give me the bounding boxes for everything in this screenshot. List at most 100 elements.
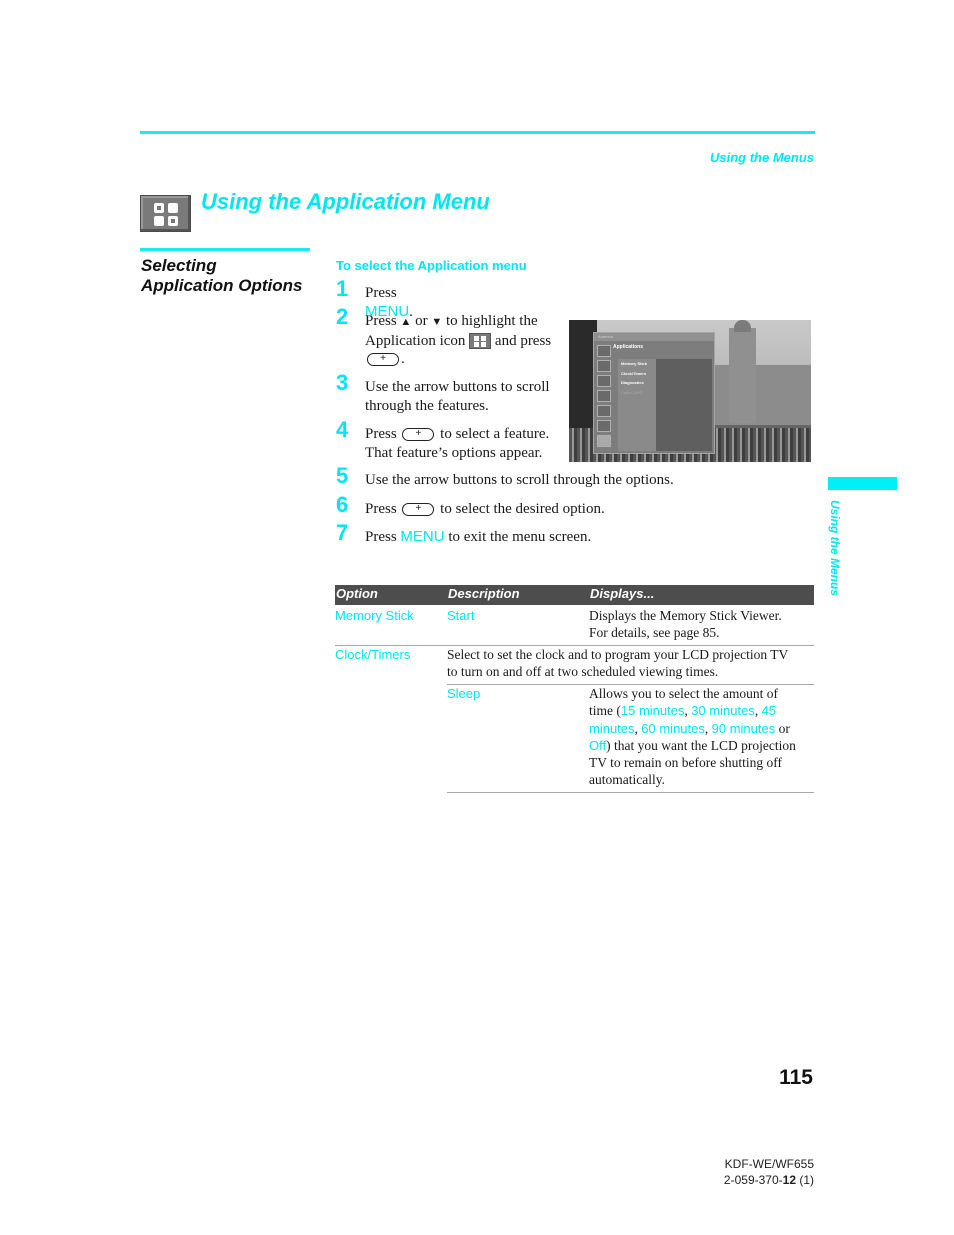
text: minutes, 60 minutes, 90 minutes or (589, 720, 814, 737)
procedure-heading: To select the Application menu (336, 258, 527, 273)
text: through the features. (365, 397, 489, 414)
text: 12 (782, 1173, 796, 1187)
text: Press (365, 501, 401, 517)
chapter-tab-label: Using the Menus (820, 500, 850, 610)
tower-dome (734, 320, 751, 332)
column-header-description: Description (448, 586, 520, 601)
up-arrow-icon: ▲ (400, 316, 412, 328)
application-menu-icon (140, 195, 191, 232)
option-value: 90 minutes (711, 720, 776, 736)
option-value: 60 minutes (641, 720, 705, 736)
tv-menu-item: Memory Stick (621, 361, 648, 366)
tower (729, 328, 756, 423)
step-text: Use the arrow buttons to scroll through … (365, 378, 575, 415)
step-number: 6 (336, 492, 349, 517)
step-number: 5 (336, 463, 349, 488)
text: and press (491, 332, 552, 349)
parent-icon (597, 405, 611, 417)
enter-button-icon (402, 425, 435, 444)
sound-icon (597, 360, 611, 372)
text: TV to remain on before shutting off (589, 755, 782, 771)
top-rule (140, 131, 815, 134)
chapter-tab (828, 477, 897, 490)
step-text: Use the arrow buttons to scroll through … (365, 472, 674, 488)
step-number: 2 (336, 304, 349, 329)
enter-button-icon (402, 500, 435, 519)
text: Off) that you want the LCD projection (589, 737, 814, 754)
description-cell: Select to set the clock and to program y… (447, 646, 788, 681)
option-value: 45 (761, 703, 777, 719)
text: or (411, 313, 432, 329)
tv-screenshot: Antenna Applications Memory Stick Clock/… (569, 320, 811, 462)
footer-model-info: KDF-WE/WF655 2-059-370-12 (1) (724, 1156, 814, 1188)
text: time ( (589, 703, 621, 719)
down-arrow-icon: ▼ (431, 316, 443, 328)
text: Select to set the clock and to program y… (447, 647, 789, 662)
displays-cell: Allows you to select the amount of time … (589, 685, 814, 789)
text: , (754, 703, 762, 719)
section-title-line2: Application Options (141, 276, 303, 295)
table-header: Option Description Displays... (335, 585, 814, 605)
setup-icon (597, 420, 611, 432)
option-value: 30 minutes (691, 703, 755, 719)
step-number: 7 (336, 520, 349, 545)
picture-icon (597, 345, 611, 357)
text: Using the Menus (828, 500, 842, 597)
text: Press (365, 426, 401, 442)
tv-menu-panel (656, 359, 712, 451)
model-number: KDF-WE/WF655 (724, 1157, 814, 1171)
applications-icon (597, 435, 611, 447)
step-text: Press to select a feature. That feature’… (365, 425, 575, 462)
step-text: Press ▲ or ▼ to highlight the Applicatio… (365, 312, 575, 369)
text: . (401, 351, 405, 367)
displays-cell: Displays the Memory Stick Viewer. For de… (589, 607, 782, 642)
option-value: Off (589, 737, 607, 753)
text: to exit the menu screen. (444, 529, 592, 545)
text: Press (365, 529, 401, 545)
building (709, 365, 811, 425)
step-number: 3 (336, 370, 349, 395)
running-head: Using the Menus (709, 150, 814, 165)
part-code: 2-059-370-12 (1) (724, 1172, 814, 1188)
step-number: 1 (336, 276, 349, 301)
text: Use the arrow buttons to scroll (365, 379, 550, 395)
tv-menu-topbar: Antenna (594, 333, 714, 341)
option-value: minutes (589, 720, 635, 736)
text: Displays the Memory Stick Viewer. (589, 608, 782, 623)
step-text: Press to select the desired option. (365, 500, 605, 519)
page-title: Using the Application Menu (201, 189, 490, 214)
page-number: 115 (779, 1066, 813, 1089)
text: or (775, 720, 790, 736)
option-cell: Memory Stick (335, 608, 414, 623)
option-value: 15 minutes (620, 703, 685, 719)
text: Application icon (365, 332, 470, 349)
option-cell: Clock/Timers (335, 647, 411, 662)
application-icon (469, 333, 492, 350)
text: to select a feature. (436, 426, 550, 442)
step-text-pre: Press (365, 285, 397, 301)
section-title: Selecting Application Options (141, 256, 321, 296)
description-cell: Start (447, 608, 475, 623)
menu-button-label: MENU (400, 528, 445, 545)
step-number: 4 (336, 417, 349, 442)
description-cell: Sleep (447, 686, 481, 701)
section-rule (140, 248, 310, 251)
text: Allows you to select the amount of (589, 686, 778, 701)
enter-button-icon (367, 350, 399, 369)
text: time (15 minutes, 30 minutes, 45 (589, 702, 814, 719)
text: Press (365, 313, 401, 329)
channel-icon (597, 390, 611, 402)
text: For details, see page 85. (589, 625, 720, 641)
text: That feature’s options appear. (365, 444, 543, 461)
text: 2-059-370- (723, 1173, 783, 1187)
text: to highlight the (442, 313, 538, 329)
row-divider (447, 792, 814, 793)
tv-menu-item: Diagnostics (621, 380, 644, 385)
section-title-line1: Selecting (141, 256, 217, 275)
text: , (704, 720, 712, 736)
text: automatically. (589, 772, 665, 788)
text: to turn on and off at two scheduled view… (447, 664, 719, 680)
column-header-option: Option (336, 586, 378, 601)
text: to select the desired option. (436, 501, 605, 517)
column-header-displays: Displays... (590, 586, 655, 601)
